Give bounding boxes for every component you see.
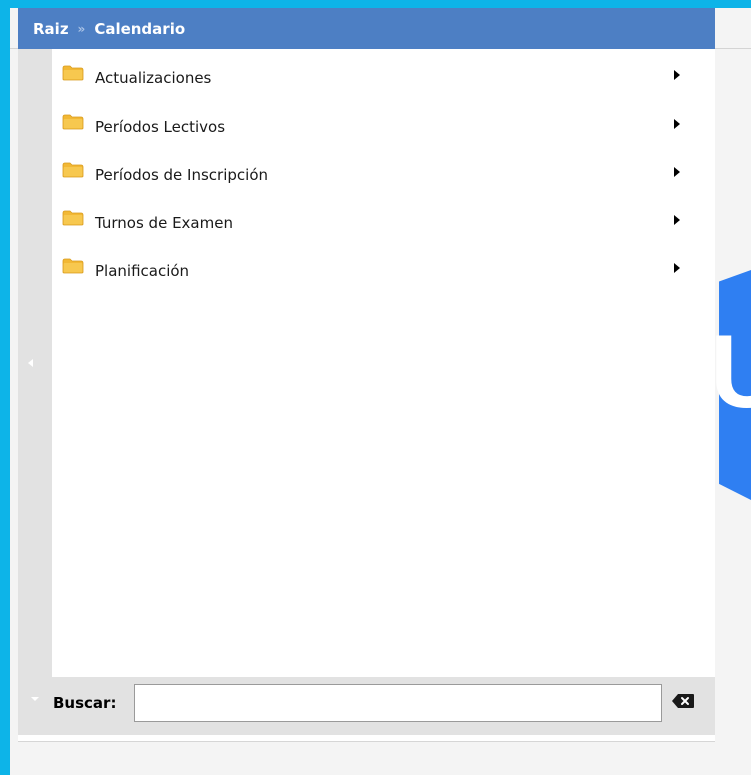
submenu-arrow-icon[interactable] (674, 263, 680, 273)
menu-item-label: Períodos de Inscripción (95, 166, 268, 184)
menu-item-turnos-de-examen[interactable]: Turnos de Examen (52, 194, 715, 242)
collapse-sidebar-strip[interactable] (18, 49, 52, 735)
folder-icon (62, 114, 84, 130)
breadcrumb-current[interactable]: Calendario (94, 20, 185, 38)
collapse-left-icon[interactable] (28, 359, 33, 367)
menu-item-periodos-lectivos[interactable]: Períodos Lectivos (52, 98, 715, 146)
menu-item-label: Turnos de Examen (95, 214, 233, 232)
menu-item-periodos-de-inscripcion[interactable]: Períodos de Inscripción (52, 146, 715, 194)
search-bar: Buscar: (18, 677, 715, 735)
menu-item-planificacion[interactable]: Planificación (52, 242, 715, 290)
clear-search-button[interactable] (668, 692, 698, 710)
expand-down-icon[interactable] (31, 697, 39, 701)
submenu-arrow-icon[interactable] (674, 215, 680, 225)
background-logo-letter: U (710, 314, 751, 430)
folder-icon (62, 65, 84, 81)
backspace-clear-icon (672, 694, 694, 708)
folder-icon (62, 210, 84, 226)
folder-icon (62, 258, 84, 274)
folder-icon (62, 162, 84, 178)
navigation-menu-panel: Raiz » Calendario Actualizaciones Períod… (18, 8, 715, 742)
menu-item-label: Planificación (95, 262, 190, 280)
search-input[interactable] (134, 684, 662, 722)
breadcrumb: Raiz » Calendario (18, 8, 715, 49)
breadcrumb-root-link[interactable]: Raiz (33, 20, 69, 38)
menu-item-label: Actualizaciones (95, 69, 212, 87)
menu-item-actualizaciones[interactable]: Actualizaciones (52, 49, 715, 97)
search-label: Buscar: (53, 694, 117, 712)
submenu-arrow-icon[interactable] (674, 167, 680, 177)
breadcrumb-separator: » (77, 21, 86, 36)
submenu-arrow-icon[interactable] (674, 119, 680, 129)
submenu-arrow-icon[interactable] (674, 70, 680, 80)
menu-item-label: Períodos Lectivos (95, 118, 226, 136)
